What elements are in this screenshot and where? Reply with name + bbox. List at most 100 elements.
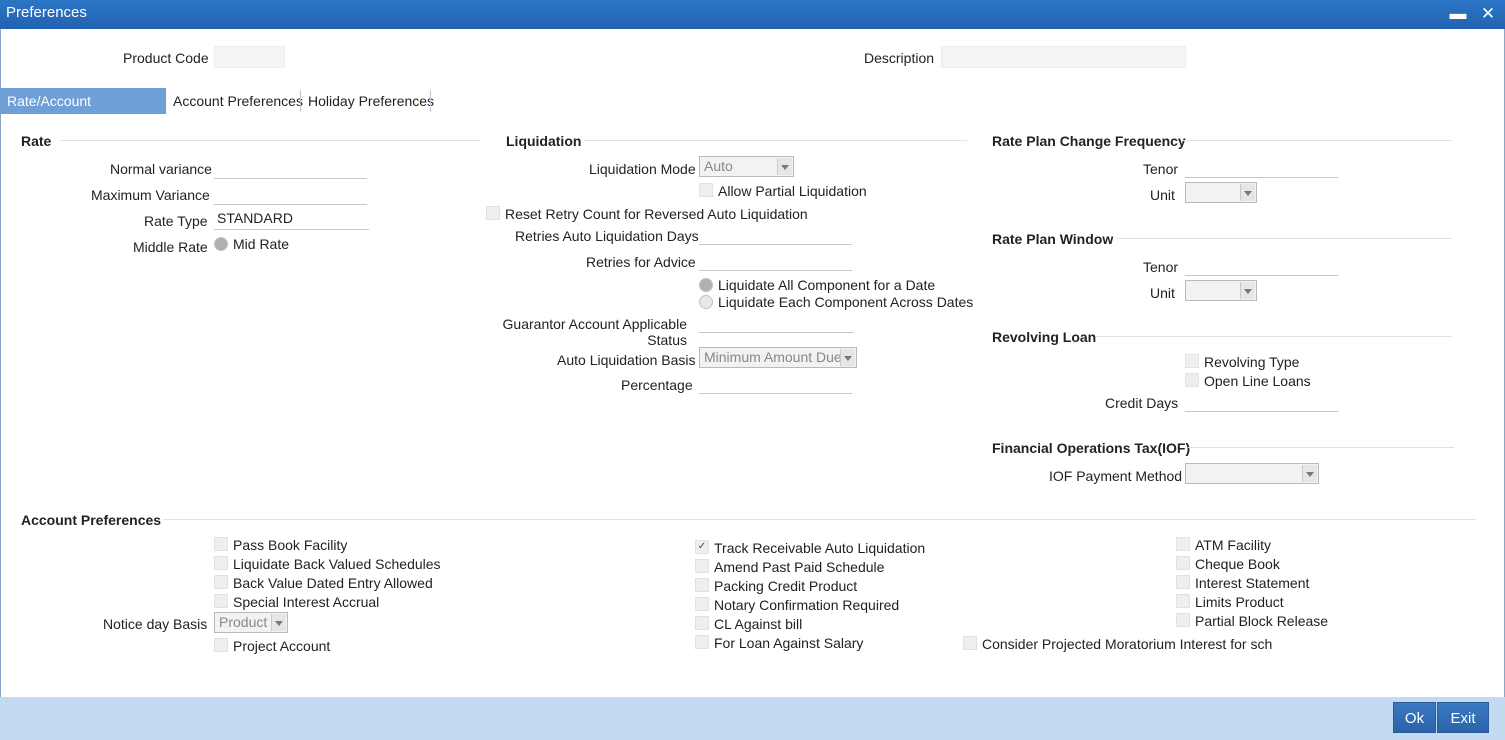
iof-payment-method-label: IOF Payment Method bbox=[1049, 468, 1183, 484]
revolving-type-checkbox[interactable] bbox=[1185, 354, 1199, 368]
notary-confirmation-label: Notary Confirmation Required bbox=[714, 597, 900, 613]
mid-rate-label: Mid Rate bbox=[233, 236, 290, 252]
liquidation-section-title: Liquidation bbox=[506, 133, 582, 149]
mid-rate-radio[interactable] bbox=[214, 237, 228, 251]
reset-retry-label: Reset Retry Count for Reversed Auto Liqu… bbox=[505, 206, 808, 222]
partial-block-release-label: Partial Block Release bbox=[1195, 613, 1329, 629]
limits-product-label: Limits Product bbox=[1195, 594, 1284, 610]
partial-block-release-checkbox[interactable] bbox=[1176, 613, 1190, 627]
chevron-down-icon bbox=[1240, 184, 1255, 201]
maximum-variance-input[interactable] bbox=[214, 183, 367, 205]
cheque-book-checkbox[interactable] bbox=[1176, 556, 1190, 570]
cheque-book-label: Cheque Book bbox=[1195, 556, 1280, 572]
interest-statement-checkbox[interactable] bbox=[1176, 575, 1190, 589]
percentage-input[interactable] bbox=[699, 372, 852, 394]
revolving-type-label: Revolving Type bbox=[1204, 354, 1300, 370]
amend-past-paid-checkbox[interactable] bbox=[695, 559, 709, 573]
rate-plan-window-divider bbox=[1116, 238, 1452, 239]
rate-type-label: Rate Type bbox=[144, 213, 208, 229]
rpw-unit-select[interactable] bbox=[1185, 280, 1257, 301]
auto-liquidation-basis-select[interactable]: Minimum Amount Due bbox=[699, 347, 857, 368]
tab-account-preferences[interactable]: Account Preferences bbox=[166, 88, 310, 114]
special-interest-label: Special Interest Accrual bbox=[233, 594, 380, 610]
guarantor-status-input[interactable] bbox=[699, 311, 854, 333]
auto-liquidation-basis-value: Minimum Amount Due bbox=[704, 349, 842, 365]
cl-against-bill-checkbox[interactable] bbox=[695, 616, 709, 630]
liquidation-mode-select[interactable]: Auto bbox=[699, 156, 794, 177]
projected-moratorium-checkbox[interactable] bbox=[963, 636, 977, 650]
description-label: Description bbox=[864, 50, 935, 66]
chevron-down-icon bbox=[840, 349, 855, 366]
track-receivable-checkbox[interactable]: ✓ bbox=[695, 540, 709, 554]
ok-button[interactable]: Ok bbox=[1393, 702, 1436, 733]
rpc-tenor-input[interactable] bbox=[1185, 156, 1338, 178]
rpc-unit-label: Unit bbox=[1150, 187, 1175, 203]
pass-book-label: Pass Book Facility bbox=[233, 537, 348, 553]
normal-variance-input[interactable] bbox=[214, 157, 367, 179]
rpw-unit-label: Unit bbox=[1150, 285, 1175, 301]
chevron-down-icon bbox=[1240, 282, 1255, 299]
loan-against-salary-checkbox[interactable] bbox=[695, 635, 709, 649]
open-line-loans-label: Open Line Loans bbox=[1204, 373, 1311, 389]
atm-facility-checkbox[interactable] bbox=[1176, 537, 1190, 551]
liquidate-all-label: Liquidate All Component for a Date bbox=[718, 277, 936, 293]
credit-days-input[interactable] bbox=[1185, 390, 1338, 412]
liquidation-divider bbox=[584, 140, 967, 141]
packing-credit-label: Packing Credit Product bbox=[714, 578, 858, 594]
notary-confirmation-checkbox[interactable] bbox=[695, 597, 709, 611]
iof-title: Financial Operations Tax(IOF) bbox=[992, 440, 1191, 456]
rpc-tenor-label: Tenor bbox=[1143, 161, 1179, 177]
liquidate-back-valued-label: Liquidate Back Valued Schedules bbox=[233, 556, 441, 572]
iof-divider bbox=[1188, 447, 1454, 448]
project-account-checkbox[interactable] bbox=[214, 638, 228, 652]
exit-button[interactable]: Exit bbox=[1437, 702, 1489, 733]
guarantor-status-label: Status bbox=[647, 332, 687, 348]
chevron-down-icon bbox=[1302, 465, 1317, 482]
product-code-input[interactable] bbox=[214, 46, 285, 68]
liquidate-each-radio[interactable] bbox=[699, 295, 713, 309]
special-interest-checkbox[interactable] bbox=[214, 594, 228, 608]
close-icon[interactable]: ✕ bbox=[1477, 3, 1499, 25]
percentage-label: Percentage bbox=[621, 377, 693, 393]
pass-book-checkbox[interactable] bbox=[214, 537, 228, 551]
back-value-dated-checkbox[interactable] bbox=[214, 575, 228, 589]
credit-days-label: Credit Days bbox=[1105, 395, 1179, 411]
minimize-icon[interactable]: ▬ bbox=[1447, 3, 1469, 25]
packing-credit-checkbox[interactable] bbox=[695, 578, 709, 592]
back-value-dated-label: Back Value Dated Entry Allowed bbox=[233, 575, 433, 591]
auto-liquidation-basis-label: Auto Liquidation Basis bbox=[557, 352, 696, 368]
liquidate-back-valued-checkbox[interactable] bbox=[214, 556, 228, 570]
open-line-loans-checkbox[interactable] bbox=[1185, 373, 1199, 387]
tab-holiday-preferences[interactable]: Holiday Preferences bbox=[301, 88, 441, 114]
window-title: Preferences bbox=[6, 4, 87, 21]
allow-partial-liquidation-label: Allow Partial Liquidation bbox=[718, 183, 867, 199]
retries-days-input[interactable] bbox=[699, 223, 852, 245]
notice-day-basis-select[interactable]: Product bbox=[214, 612, 288, 633]
normal-variance-label: Normal variance bbox=[110, 161, 212, 177]
iof-payment-method-select[interactable] bbox=[1185, 463, 1319, 484]
description-input[interactable] bbox=[941, 46, 1186, 68]
chevron-down-icon bbox=[271, 614, 286, 631]
atm-facility-label: ATM Facility bbox=[1195, 537, 1271, 553]
rate-section-title: Rate bbox=[21, 133, 52, 149]
notice-day-basis-value: Product bbox=[219, 614, 268, 630]
maximum-variance-label: Maximum Variance bbox=[91, 187, 210, 203]
projected-moratorium-label: Consider Projected Moratorium Interest f… bbox=[982, 636, 1273, 652]
product-code-label: Product Code bbox=[123, 50, 209, 66]
rate-plan-change-title: Rate Plan Change Frequency bbox=[992, 133, 1186, 149]
liquidate-all-radio[interactable] bbox=[699, 278, 713, 292]
rate-plan-change-divider bbox=[1182, 140, 1452, 141]
retries-advice-input[interactable] bbox=[699, 249, 852, 271]
liquidation-mode-value: Auto bbox=[704, 158, 733, 174]
rate-type-input[interactable]: STANDARD bbox=[214, 208, 369, 230]
allow-partial-liquidation-checkbox[interactable] bbox=[699, 183, 713, 197]
tab-bar: Rate/Account Preferences Account Prefere… bbox=[0, 88, 1505, 135]
tab-rate-account-preferences[interactable]: Rate/Account Preferences bbox=[0, 88, 166, 135]
reset-retry-checkbox[interactable] bbox=[486, 206, 500, 220]
limits-product-checkbox[interactable] bbox=[1176, 594, 1190, 608]
revolving-loan-divider bbox=[1096, 336, 1452, 337]
rpc-unit-select[interactable] bbox=[1185, 182, 1257, 203]
guarantor-label: Guarantor Account Applicable bbox=[502, 316, 687, 332]
revolving-loan-title: Revolving Loan bbox=[992, 329, 1097, 345]
rpw-tenor-input[interactable] bbox=[1185, 254, 1338, 276]
